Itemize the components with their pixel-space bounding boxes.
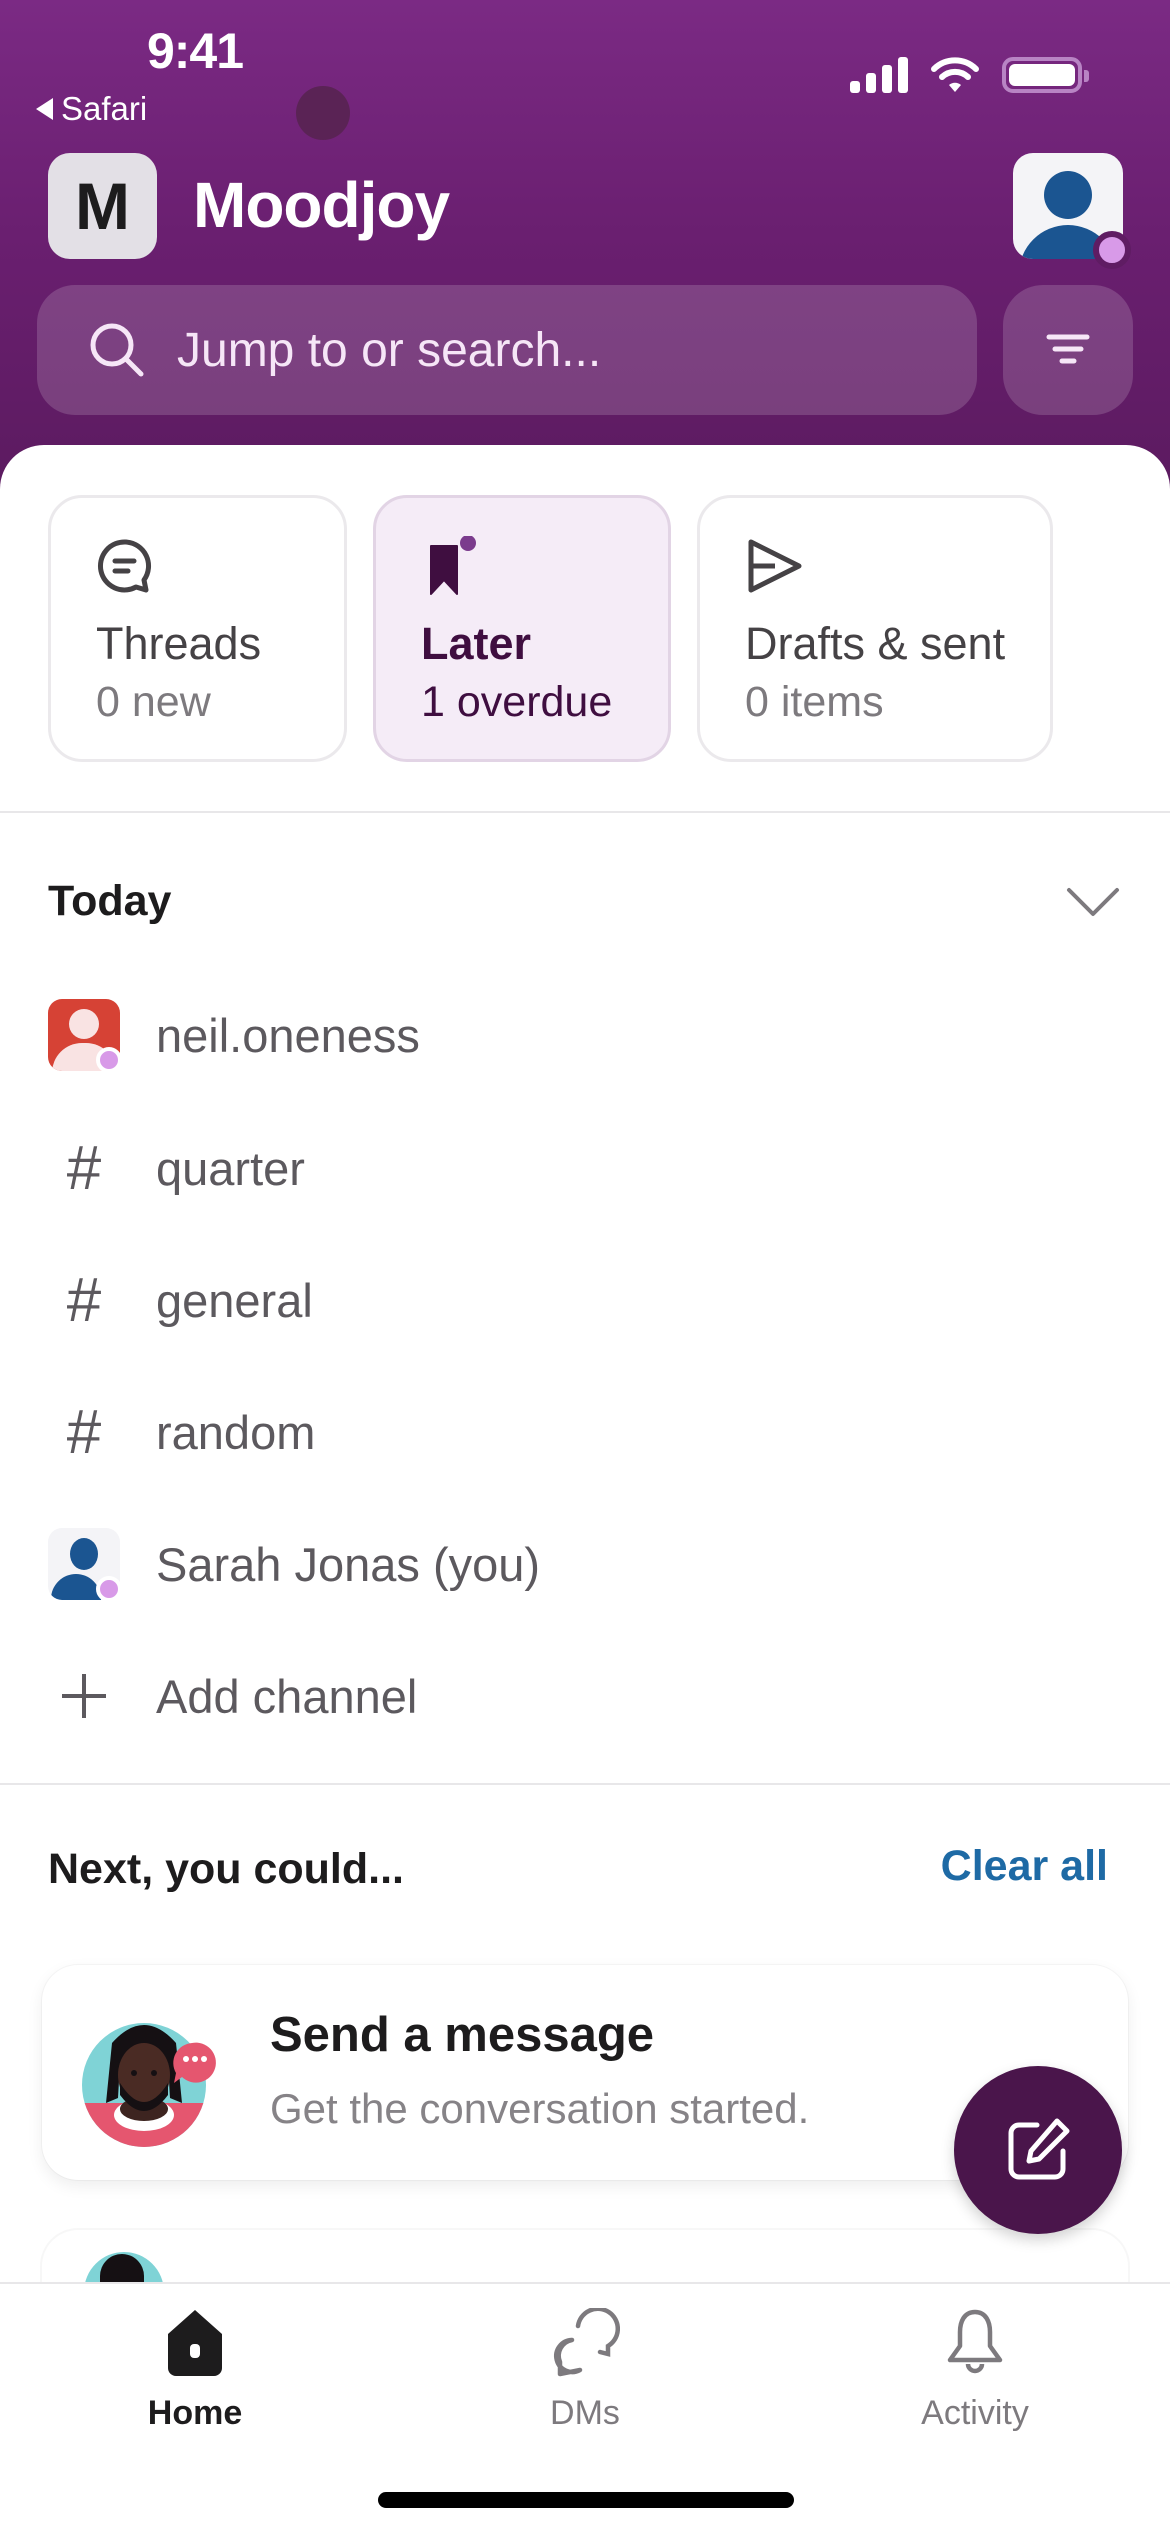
presence-dot <box>1093 231 1131 269</box>
bell-icon <box>947 2309 1003 2374</box>
channel-random[interactable]: # random <box>0 1372 1170 1492</box>
bookmark-icon <box>430 536 476 595</box>
plus-icon <box>48 1660 120 1732</box>
clear-all-link[interactable]: Clear all <box>941 1842 1108 1891</box>
card-title: Send a message <box>270 2008 655 2062</box>
drafts-count: 0 items <box>745 678 884 726</box>
search-icon <box>90 323 144 377</box>
add-channel-button[interactable]: Add channel <box>0 1636 1170 1756</box>
threads-count: 0 new <box>96 678 211 726</box>
channel-quarter[interactable]: # quarter <box>0 1108 1170 1228</box>
back-to-safari-link[interactable]: Safari <box>36 90 147 128</box>
back-arrow-icon <box>36 98 53 120</box>
filter-icon <box>1046 334 1090 364</box>
workspace-name[interactable]: Moodjoy <box>193 168 450 242</box>
tab-label: Home <box>147 2394 243 2432</box>
section-divider <box>0 811 1170 813</box>
list-item-label: quarter <box>156 1141 305 1195</box>
home-indicator[interactable] <box>378 2492 794 2508</box>
drafts-sent-card[interactable]: Drafts & sent 0 items <box>697 495 1053 762</box>
battery-icon <box>1002 57 1089 93</box>
compose-icon <box>1008 2118 1070 2180</box>
channel-general[interactable]: # general <box>0 1240 1170 1360</box>
user-avatar-icon <box>48 1528 122 1602</box>
threads-title: Threads <box>96 618 262 669</box>
later-count: 1 overdue <box>421 678 613 726</box>
workspace-logo[interactable]: M <box>48 153 157 259</box>
user-avatar-icon <box>48 999 122 1073</box>
threads-card[interactable]: Threads 0 new <box>48 495 347 762</box>
hash-icon: # <box>66 1265 102 1335</box>
search-placeholder: Jump to or search... <box>177 323 602 377</box>
status-icons <box>850 56 1089 94</box>
threads-icon <box>98 539 152 593</box>
next-header: Next, you could... <box>48 1845 404 1893</box>
camera-indicator <box>296 86 350 140</box>
list-item-label: general <box>156 1273 313 1327</box>
wifi-icon <box>931 57 979 92</box>
home-icon <box>168 2310 222 2376</box>
compose-button[interactable] <box>954 2066 1122 2234</box>
card-subtitle: Get the conversation started. <box>270 2085 810 2132</box>
list-item-label: Add channel <box>156 1669 418 1723</box>
app-header: 9:41 Safari M Moodjoy Jump to or search.… <box>0 0 1170 520</box>
list-item-label: Sarah Jonas (you) <box>156 1537 541 1591</box>
drafts-title: Drafts & sent <box>745 618 1006 669</box>
list-item-label: random <box>156 1405 316 1459</box>
later-title: Later <box>421 618 532 669</box>
dms-icon <box>554 2308 620 2377</box>
filter-button[interactable] <box>1003 285 1133 415</box>
search-input[interactable]: Jump to or search... <box>37 285 977 415</box>
tab-label: DMs <box>550 2394 620 2432</box>
hash-icon: # <box>66 1397 102 1467</box>
person-illustration-icon <box>82 2023 216 2147</box>
list-item-label: neil.oneness <box>156 1008 420 1062</box>
tab-activity[interactable]: Activity <box>780 2284 1170 2464</box>
tab-home[interactable]: Home <box>0 2284 390 2464</box>
list-item-neil-oneness[interactable]: neil.oneness <box>0 975 1170 1095</box>
status-time: 9:41 <box>146 23 244 79</box>
back-app-label: Safari <box>61 90 148 127</box>
later-card[interactable]: Later 1 overdue <box>373 495 671 762</box>
today-header[interactable]: Today <box>48 877 171 926</box>
chevron-down-icon[interactable] <box>1063 882 1123 922</box>
tab-dms[interactable]: DMs <box>390 2284 780 2464</box>
section-divider <box>0 1783 1170 1785</box>
tab-label: Activity <box>921 2394 1029 2432</box>
send-icon <box>748 539 802 593</box>
list-item-sarah-jonas[interactable]: Sarah Jonas (you) <box>0 1504 1170 1624</box>
hash-icon: # <box>66 1133 102 1203</box>
cellular-signal-icon <box>850 57 908 93</box>
